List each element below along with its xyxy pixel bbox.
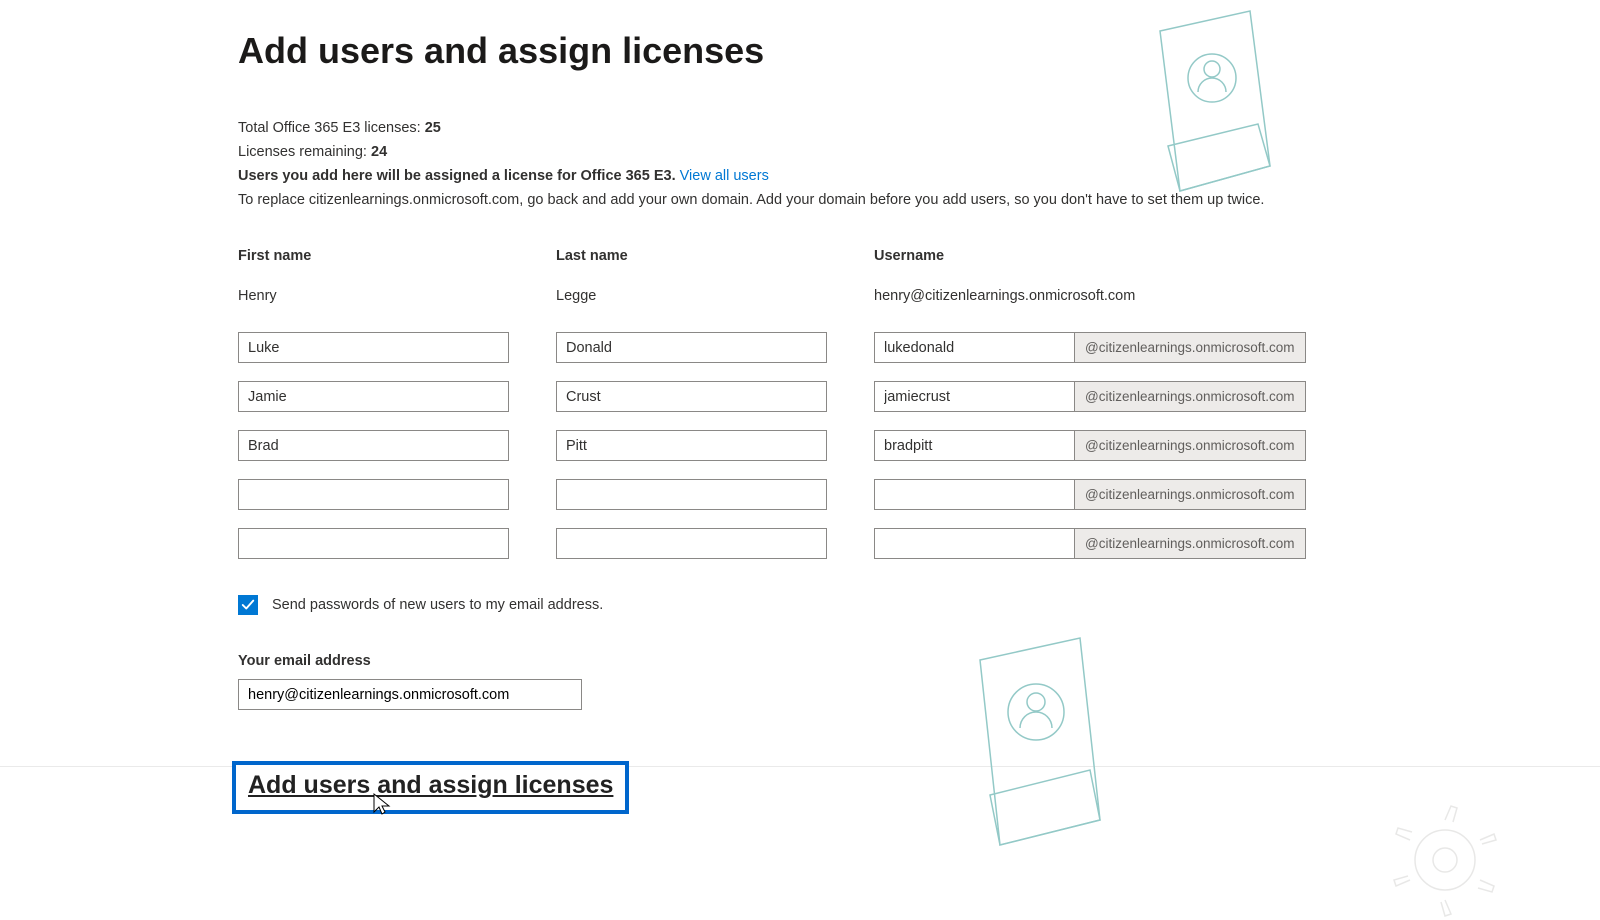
last-name-input[interactable] <box>556 479 827 510</box>
existing-user-row: Henry Legge henry@citizenlearnings.onmic… <box>238 288 1600 304</box>
username-input[interactable] <box>874 528 1074 559</box>
view-all-users-link[interactable]: View all users <box>680 168 769 184</box>
last-name-input[interactable] <box>556 381 827 412</box>
domain-suffix: @citizenlearnings.onmicrosoft.com <box>1074 381 1306 412</box>
page-title: Add users and assign licenses <box>238 30 1600 72</box>
total-licenses-label: Total Office 365 E3 licenses: <box>238 120 425 136</box>
header-last-name: Last name <box>556 248 874 264</box>
last-name-input[interactable] <box>556 430 827 461</box>
last-name-input[interactable] <box>556 528 827 559</box>
username-input[interactable] <box>874 332 1074 363</box>
domain-suffix: @citizenlearnings.onmicrosoft.com <box>1074 479 1306 510</box>
total-licenses-value: 25 <box>425 120 441 136</box>
username-input[interactable] <box>874 479 1074 510</box>
first-name-input[interactable] <box>238 528 509 559</box>
domain-suffix: @citizenlearnings.onmicrosoft.com <box>1074 528 1306 559</box>
remaining-licenses-value: 24 <box>371 144 387 160</box>
license-info: Total Office 365 E3 licenses: 25 License… <box>238 120 1600 208</box>
assign-info-text: Users you add here will be assigned a li… <box>238 168 680 184</box>
email-address-label: Your email address <box>238 653 1600 669</box>
user-row: @citizenlearnings.onmicrosoft.com <box>238 381 1600 412</box>
replace-domain-text: To replace citizenlearnings.onmicrosoft.… <box>238 192 1600 208</box>
username-input[interactable] <box>874 430 1074 461</box>
first-name-input[interactable] <box>238 381 509 412</box>
user-row: @citizenlearnings.onmicrosoft.com <box>238 430 1600 461</box>
existing-first: Henry <box>238 288 556 304</box>
first-name-input[interactable] <box>238 332 509 363</box>
domain-suffix: @citizenlearnings.onmicrosoft.com <box>1074 430 1306 461</box>
send-passwords-checkbox[interactable] <box>238 595 258 615</box>
last-name-input[interactable] <box>556 332 827 363</box>
username-input[interactable] <box>874 381 1074 412</box>
domain-suffix: @citizenlearnings.onmicrosoft.com <box>1074 332 1306 363</box>
first-name-input[interactable] <box>238 430 509 461</box>
user-row: @citizenlearnings.onmicrosoft.com <box>238 479 1600 510</box>
user-row: @citizenlearnings.onmicrosoft.com <box>238 332 1600 363</box>
header-first-name: First name <box>238 248 556 264</box>
existing-last: Legge <box>556 288 874 304</box>
send-passwords-label: Send passwords of new users to my email … <box>272 597 603 613</box>
header-username: Username <box>874 248 1300 264</box>
user-row: @citizenlearnings.onmicrosoft.com <box>238 528 1600 559</box>
decoration-card-icon <box>1130 6 1300 216</box>
first-name-input[interactable] <box>238 479 509 510</box>
checkmark-icon <box>241 598 255 612</box>
add-users-assign-licenses-button[interactable]: Add users and assign licenses <box>232 761 629 814</box>
decoration-gear-icon <box>1385 800 1505 920</box>
remaining-licenses-label: Licenses remaining: <box>238 144 371 160</box>
email-address-input[interactable] <box>238 679 582 710</box>
primary-button-label: Add users and assign licenses <box>248 771 613 799</box>
existing-username: henry@citizenlearnings.onmicrosoft.com <box>874 288 1300 304</box>
decoration-card-icon <box>940 630 1140 870</box>
